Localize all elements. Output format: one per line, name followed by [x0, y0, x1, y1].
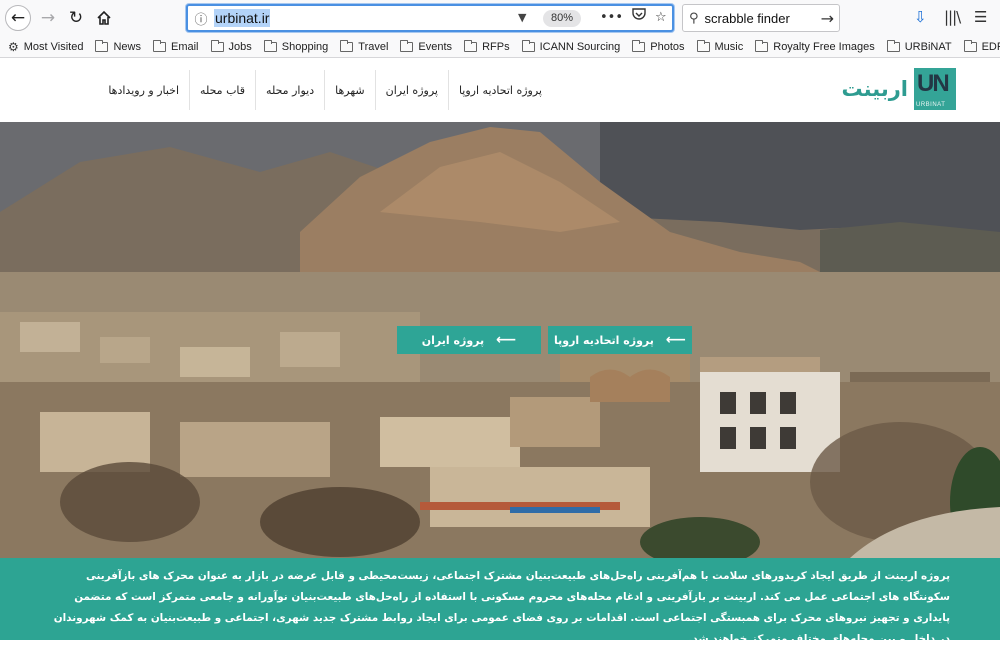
arrow-left-icon: ←: [10, 8, 26, 28]
logo-mark: UN URBINAT: [914, 68, 956, 110]
bookmark-folder[interactable]: Travel: [340, 39, 388, 53]
iran-project-button[interactable]: پروژه ایران ⟵: [397, 326, 541, 354]
reload-button[interactable]: ↻: [64, 6, 88, 30]
reload-icon: ↻: [68, 8, 84, 28]
bookmark-folder[interactable]: RFPs: [464, 39, 510, 53]
home-icon: [97, 10, 111, 25]
logo-text: اربینت: [841, 77, 908, 101]
folder-icon: [696, 39, 710, 52]
folder-icon: [400, 39, 414, 52]
gear-icon: ⚙: [8, 39, 19, 54]
arrow-left-icon: ⟵: [496, 332, 517, 348]
more-actions-icon[interactable]: •••: [600, 8, 623, 28]
intro-text: پروژه اربینت از طریق ایجاد کریدورهای سلا…: [53, 570, 950, 645]
nav-neighborhood-frame[interactable]: قاب محله: [189, 70, 255, 110]
bookmark-folder[interactable]: Jobs: [210, 39, 252, 53]
browser-toolbar: ← → ↻ ⓘ urbinat.ir ▼ 80% ••• ☆ ⚲ scrabbl…: [0, 0, 1000, 36]
bookmark-most-visited[interactable]: ⚙ Most Visited: [8, 40, 83, 54]
folder-icon: [153, 39, 166, 52]
bookmark-folder[interactable]: URBiNAT: [886, 39, 952, 53]
home-button[interactable]: [92, 6, 116, 30]
arrow-right-icon: →: [40, 8, 56, 28]
intro-band: پروژه اربینت از طریق ایجاد کریدورهای سلا…: [0, 558, 1000, 645]
folder-icon: [755, 39, 769, 52]
chevron-down-icon[interactable]: ▼: [518, 11, 526, 24]
eu-project-button[interactable]: پروژه اتحادیه اروپا ⟵: [548, 326, 692, 354]
bookmarks-bar: ⚙ Most Visited News Email Jobs Shopping T…: [0, 36, 1000, 58]
folder-icon: [886, 39, 900, 52]
bookmark-star-icon[interactable]: ☆: [655, 8, 667, 28]
search-input[interactable]: scrabble finder: [705, 11, 790, 26]
bookmark-folder[interactable]: Email: [153, 39, 199, 53]
zoom-level[interactable]: 80%: [543, 10, 582, 27]
bookmark-folder[interactable]: News: [95, 39, 141, 53]
search-go-icon[interactable]: →: [821, 9, 834, 28]
folder-icon: [210, 39, 224, 52]
library-icon[interactable]: |||\: [944, 8, 961, 26]
bookmark-folder[interactable]: Royalty Free Images: [755, 39, 875, 53]
url-input[interactable]: urbinat.ir: [214, 9, 271, 27]
bookmark-folder[interactable]: EDP: [963, 39, 1000, 53]
nav-iran-project[interactable]: پروژه ایران: [374, 70, 448, 110]
bookmark-folder[interactable]: Events: [400, 39, 452, 53]
nav-eu-project[interactable]: پروژه اتحادیه اروپا: [447, 70, 552, 110]
menu-icon[interactable]: ☰: [974, 8, 987, 26]
search-icon: ⚲: [689, 10, 699, 26]
folder-icon: [963, 39, 977, 52]
url-bar[interactable]: ⓘ urbinat.ir ▼ 80% ••• ☆: [186, 4, 674, 32]
search-bar[interactable]: ⚲ scrabble finder →: [682, 4, 840, 32]
site-header: اربینت UN URBINAT پروژه اتحادیه اروپا پر…: [0, 58, 1000, 122]
back-button[interactable]: ←: [5, 5, 31, 31]
nav-news-events[interactable]: اخبار و رویدادها: [98, 70, 189, 110]
bookmark-folder[interactable]: ICANN Sourcing: [521, 39, 620, 53]
bookmark-folder[interactable]: Photos: [632, 39, 685, 53]
page-bottom: [0, 640, 1000, 650]
download-icon[interactable]: ⇩: [914, 8, 927, 26]
arrow-left-icon: ⟵: [665, 332, 686, 348]
pocket-icon[interactable]: [632, 8, 646, 28]
site-logo[interactable]: اربینت UN URBINAT: [841, 68, 956, 110]
info-icon[interactable]: ⓘ: [188, 9, 214, 28]
folder-icon: [95, 39, 109, 52]
bookmark-folder[interactable]: Shopping: [263, 39, 328, 53]
bookmark-folder[interactable]: Music: [696, 39, 743, 53]
folder-icon: [632, 39, 646, 52]
folder-icon: [464, 39, 478, 52]
nav-cities[interactable]: شهرها: [324, 70, 375, 110]
nav-neighborhood-wall[interactable]: دیوار محله: [255, 70, 324, 110]
folder-icon: [340, 39, 354, 52]
hero-buttons: پروژه ایران ⟵ پروژه اتحادیه اروپا ⟵: [397, 326, 692, 354]
folder-icon: [263, 39, 277, 52]
forward-button[interactable]: →: [36, 6, 60, 30]
hero-image: پروژه ایران ⟵ پروژه اتحادیه اروپا ⟵: [0, 122, 1000, 558]
folder-icon: [521, 39, 535, 52]
main-nav: پروژه اتحادیه اروپا پروژه ایران شهرها دی…: [98, 70, 552, 110]
